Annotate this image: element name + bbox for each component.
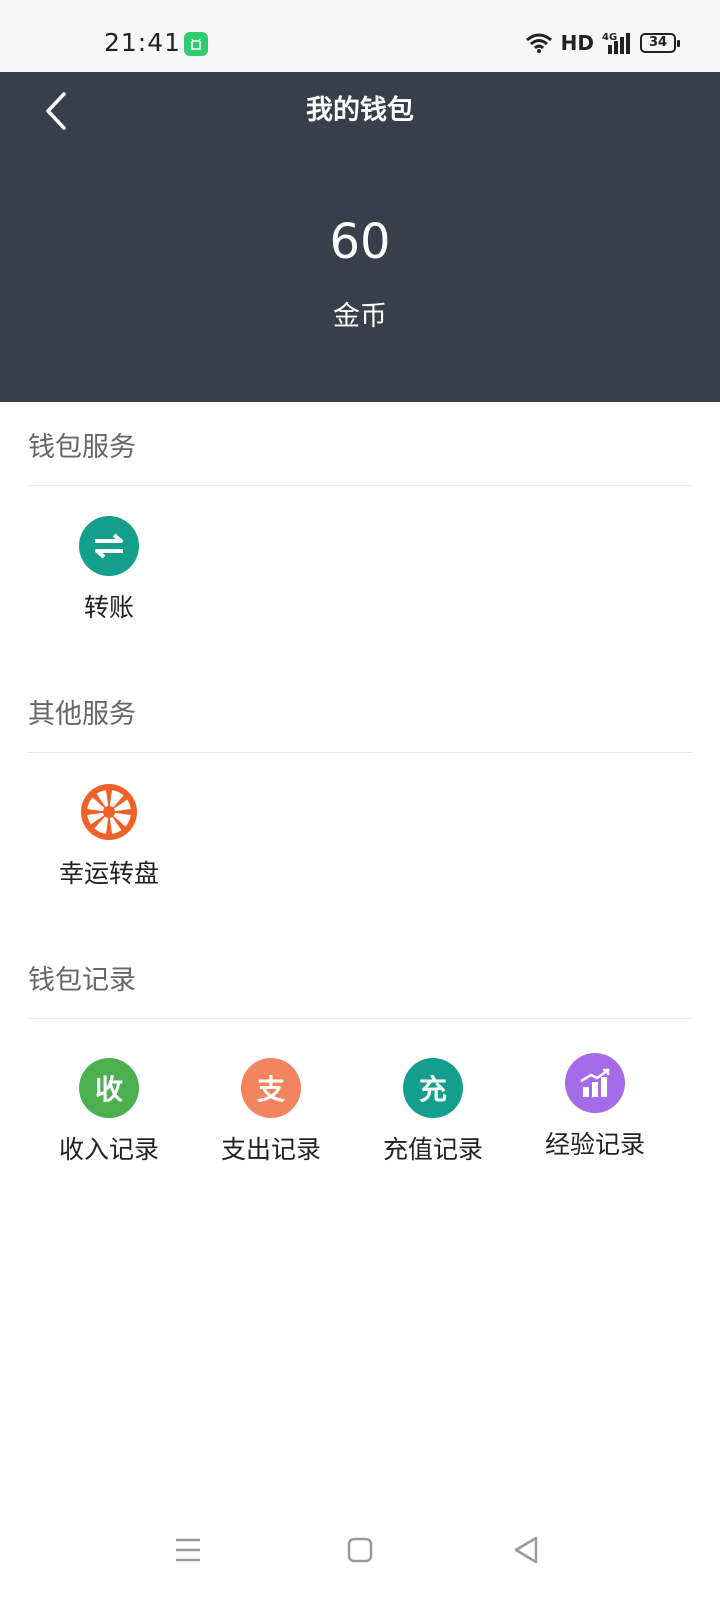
status-time: 21:41 <box>104 28 182 57</box>
experience-records-button[interactable]: 经验记录 <box>515 1053 675 1161</box>
lucky-wheel-label: 幸运转盘 <box>58 859 159 888</box>
experience-records-label: 经验记录 <box>544 1130 645 1159</box>
back-icon <box>514 1536 538 1564</box>
menu-icon <box>176 1538 200 1562</box>
experience-chart-icon <box>565 1053 625 1113</box>
status-bar: 21:41 HD 4G 34 <box>0 0 720 72</box>
income-icon: 收 <box>79 1058 139 1118</box>
battery-icon: 34 <box>640 33 680 53</box>
expense-records-label: 支出记录 <box>220 1135 321 1164</box>
section-title-wallet-services: 钱包服务 <box>28 432 136 463</box>
divider <box>28 752 692 753</box>
recharge-records-label: 充值记录 <box>382 1135 483 1164</box>
divider <box>28 485 692 486</box>
recharge-icon: 充 <box>403 1058 463 1118</box>
lucky-wheel-button[interactable]: 幸运转盘 <box>29 782 189 890</box>
transfer-icon <box>79 516 139 576</box>
balance-value: 60 <box>329 214 391 270</box>
balance-unit: 金币 <box>333 301 387 332</box>
home-button[interactable] <box>340 1530 380 1570</box>
lucky-wheel-icon <box>79 782 139 842</box>
app-notification-icon <box>184 32 208 56</box>
transfer-label: 转账 <box>83 593 134 622</box>
expense-icon: 支 <box>241 1058 301 1118</box>
home-icon <box>347 1537 373 1563</box>
section-title-wallet-records: 钱包记录 <box>28 965 136 996</box>
section-title-other-services: 其他服务 <box>28 699 136 730</box>
menu-button[interactable] <box>168 1530 208 1570</box>
network-type: HD <box>560 31 594 55</box>
expense-records-button[interactable]: 支 支出记录 <box>191 1058 351 1166</box>
wallet-header: 我的钱包 60 金币 <box>0 72 720 402</box>
status-indicators: HD 4G 34 <box>525 30 680 56</box>
back-nav-button[interactable] <box>506 1530 546 1570</box>
income-records-button[interactable]: 收 收入记录 <box>29 1058 189 1166</box>
system-nav-bar <box>0 1500 720 1600</box>
wifi-icon <box>525 33 552 53</box>
signal-icon: 4G <box>602 32 630 54</box>
page-title: 我的钱包 <box>306 95 414 126</box>
transfer-button[interactable]: 转账 <box>29 516 189 624</box>
divider <box>28 1018 692 1019</box>
income-records-label: 收入记录 <box>58 1135 159 1164</box>
recharge-records-button[interactable]: 充 充值记录 <box>353 1058 513 1166</box>
